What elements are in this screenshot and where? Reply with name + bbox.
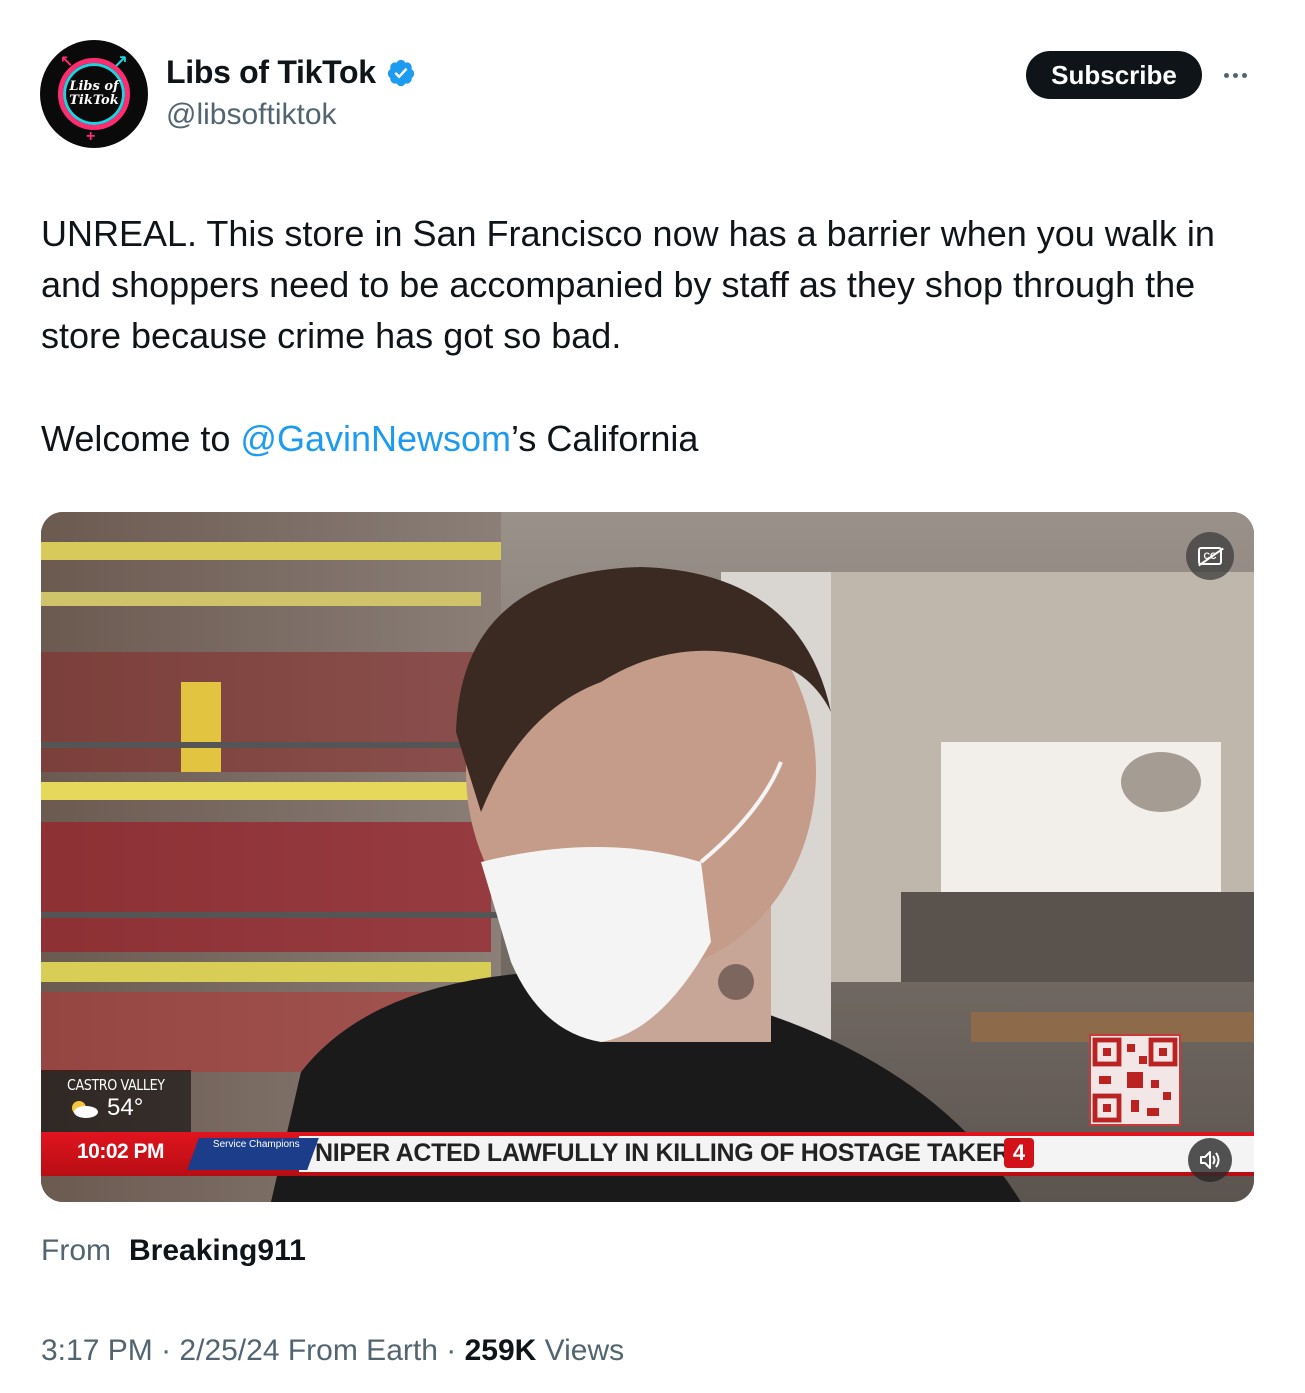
- ticker-sponsor: Service Champions: [187, 1138, 319, 1170]
- meta-separator: ·: [161, 1334, 172, 1367]
- subscribe-button[interactable]: Subscribe: [1026, 51, 1202, 99]
- female-symbol-icon: +: [86, 128, 96, 145]
- tweet-date[interactable]: 2/25/24: [179, 1334, 279, 1367]
- mention-link[interactable]: @GavinNewsom: [240, 418, 511, 459]
- tweet-text-line2: Welcome to @GavinNewsom’s California: [41, 413, 698, 464]
- channel-logo: 4: [1004, 1138, 1034, 1168]
- ticker-time: 10:02 PM: [77, 1140, 165, 1163]
- ticker-headline: NIPER ACTED LAWFULLY IN KILLING OF HOSTA…: [315, 1139, 1010, 1167]
- more-icon[interactable]: [1218, 60, 1252, 90]
- tweet-location: From Earth: [287, 1334, 438, 1367]
- views-count: 259K: [464, 1334, 537, 1367]
- male-symbol-icon: ↖: [60, 54, 74, 71]
- male-symbol-icon-right: ↗: [112, 52, 128, 72]
- captions-off-icon[interactable]: CC: [1186, 532, 1234, 580]
- tweet-text: UNREAL. This store in San Francisco now …: [41, 213, 1215, 356]
- weather-location: CASTRO VALLEY: [67, 1076, 165, 1094]
- from-label: From: [41, 1234, 111, 1267]
- speaker-icon[interactable]: [1188, 1138, 1232, 1182]
- author-display-name[interactable]: Libs of TikTok: [166, 54, 376, 91]
- cc-label: CC: [1198, 547, 1222, 565]
- tweet-time[interactable]: 3:17 PM: [41, 1334, 153, 1367]
- author-name-row: Libs of TikTok: [166, 54, 416, 91]
- video-frame: [41, 512, 1254, 1202]
- partly-cloudy-icon: [72, 1101, 98, 1118]
- tweet-meta: 3:17 PM · 2/25/24 From Earth · 259K View…: [41, 1334, 624, 1368]
- author-handle[interactable]: @libsoftiktok: [166, 98, 337, 132]
- avatar[interactable]: ↖ ↗ Libs of TikTok +: [40, 40, 148, 148]
- video-source: From Breaking911: [41, 1234, 306, 1268]
- weather-bug: CASTRO VALLEY 54°: [41, 1070, 191, 1132]
- more-dot: [1223, 72, 1229, 78]
- qr-pattern: [1092, 1037, 1178, 1123]
- qr-code: [1089, 1034, 1181, 1126]
- news-ticker: 10:02 PM Service Champions NIPER ACTED L…: [41, 1132, 1254, 1176]
- tweet-text-suffix: ’s California: [511, 418, 699, 459]
- tweet-text-prefix: Welcome to: [41, 418, 241, 459]
- weather-temp: 54°: [107, 1094, 144, 1121]
- speaker-glyph: [1200, 1151, 1220, 1169]
- verified-badge-icon: [387, 59, 414, 86]
- more-dot: [1241, 72, 1247, 78]
- views-label: Views: [544, 1334, 625, 1367]
- more-dot: [1232, 72, 1238, 78]
- meta-separator: ·: [446, 1334, 457, 1367]
- avatar-logo-text: Libs of TikTok: [69, 79, 119, 108]
- source-account-link[interactable]: Breaking911: [129, 1234, 306, 1267]
- video-player[interactable]: CC CASTRO VALLEY 54° 10:02 PM Service Ch…: [41, 512, 1254, 1202]
